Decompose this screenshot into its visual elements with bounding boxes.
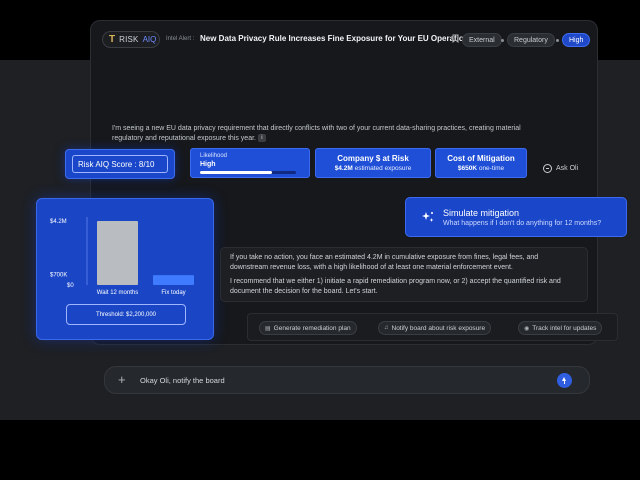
ask-icon	[543, 164, 552, 173]
exposure-chart-card: $4.2M $700K $0 Wait 12 months Fix today Thre…	[36, 198, 214, 340]
notify-board-button[interactable]: ♫ Notify board about risk exposure	[378, 321, 492, 335]
risk-score-label: Risk AIQ Score : 8/10	[72, 155, 168, 173]
bar-wait	[97, 221, 138, 285]
exposure-chart: $4.2M $700K$0 Wait 12 months Fix today	[50, 217, 194, 296]
alert-title: New Data Privacy Rule Increases Fine Exp…	[200, 34, 474, 43]
generate-remediation-plan-button[interactable]: ▤ Generate remediation plan	[259, 321, 357, 335]
bar-fix	[153, 275, 194, 285]
bell-icon: ♫	[384, 325, 389, 331]
company-at-risk-suffix: estimated exposure	[354, 165, 412, 172]
chat-composer: +	[104, 366, 590, 394]
alert-header: T RISK AIQ Intel Alert : New Data Privac…	[102, 30, 592, 50]
likelihood-bar	[200, 171, 296, 174]
assistant-response: If you take no action, you face an estim…	[220, 247, 588, 302]
y-tick-label: $0	[67, 283, 74, 289]
simulate-mitigation-card[interactable]: Simulate mitigation What happens if I do…	[405, 197, 627, 237]
eye-icon: ◉	[524, 325, 530, 332]
response-paragraph: If you take no action, you face an estim…	[230, 254, 539, 271]
bookmark-icon[interactable]	[452, 34, 459, 45]
company-at-risk-title: Company $ at Risk	[337, 154, 409, 163]
mitigation-cost-card[interactable]: Cost of Mitigation $650K one-time	[435, 148, 527, 178]
x-category-label: Wait 12 months	[97, 290, 138, 296]
logo-mark: T	[109, 34, 116, 45]
sparkle-icon	[422, 212, 434, 222]
y-tick-label: $700K	[50, 272, 67, 278]
alert-summary-text: I'm seeing a new EU data privacy require…	[112, 125, 521, 142]
simulate-title: Simulate mitigation	[443, 208, 520, 218]
alert-summary: I'm seeing a new EU data privacy require…	[112, 124, 542, 144]
document-icon: ▤	[265, 325, 271, 332]
tag-high[interactable]: High	[562, 33, 591, 47]
action-label: Track intel for updates	[532, 324, 597, 332]
tag-separator	[556, 39, 559, 42]
logo-aiq: AIQ	[142, 35, 157, 44]
mitigation-cost-value: $650K one-time	[436, 165, 526, 172]
action-label: Generate remediation plan	[273, 324, 351, 332]
company-at-risk-value: $4.2M estimated exposure	[316, 165, 430, 172]
plus-icon[interactable]: +	[118, 373, 126, 387]
tag-external[interactable]: External	[462, 33, 502, 47]
ask-oli-label: Ask Oli	[556, 165, 579, 172]
track-intel-button[interactable]: ◉ Track intel for updates	[518, 321, 603, 335]
alert-label: Intel Alert :	[166, 36, 195, 42]
action-label: Notify board about risk exposure	[391, 324, 486, 332]
mitigation-cost-amount: $650K	[457, 165, 478, 172]
logo-brand: RISK	[119, 35, 139, 44]
send-icon[interactable]	[557, 373, 572, 388]
y-tick-label: $4.2M	[50, 219, 67, 225]
chat-input[interactable]	[140, 373, 540, 388]
company-at-risk-card[interactable]: Company $ at Risk $4.2M estimated exposu…	[315, 148, 431, 178]
likelihood-bar-fill	[200, 171, 272, 174]
risk-score-card[interactable]: Risk AIQ Score : 8/10	[65, 149, 175, 179]
likelihood-label: Likelihood	[200, 153, 228, 159]
likelihood-card[interactable]: Likelihood High	[190, 148, 310, 178]
threshold-label: Threshold: $2,200,000	[66, 304, 186, 325]
ask-oli-button[interactable]: Ask Oli	[543, 164, 578, 173]
company-at-risk-amount: $4.2M	[334, 165, 353, 172]
likelihood-value: High	[200, 161, 216, 168]
x-category-label: Fix today	[161, 290, 185, 296]
tag-separator	[501, 39, 504, 42]
response-paragraph: I recommend that we either 1) initiate a…	[230, 278, 561, 295]
info-icon[interactable]: i	[257, 134, 266, 143]
tag-regulatory[interactable]: Regulatory	[507, 33, 555, 47]
suggested-actions: ▤ Generate remediation plan ♫ Notify boa…	[247, 313, 618, 341]
mitigation-cost-suffix: one-time	[478, 165, 505, 172]
mitigation-cost-title: Cost of Mitigation	[447, 154, 515, 163]
risk-aiq-logo: T RISK AIQ	[102, 31, 160, 48]
simulate-question: What happens if I don't do anything for …	[443, 220, 602, 227]
